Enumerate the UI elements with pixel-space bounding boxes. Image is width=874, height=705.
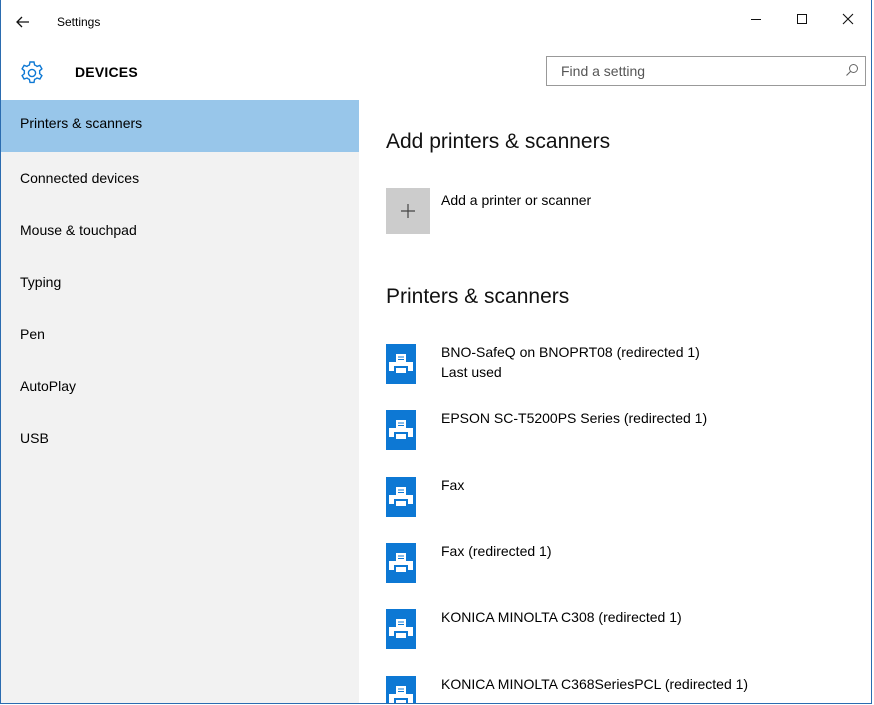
printer-item[interactable]: KONICA MINOLTA C368SeriesPCL (redirected… [386,674,749,703]
sidebar-item-label: Typing [20,274,62,290]
settings-window: Settings DEVICES Find a setting Printers… [0,0,872,704]
settings-header: DEVICES [1,50,871,100]
printer-item[interactable]: Fax (redirected 1) [386,541,551,601]
minimize-button[interactable] [733,0,779,38]
search-box[interactable] [546,56,866,86]
printer-item[interactable]: KONICA MINOLTA C308 (redirected 1) [386,607,682,667]
printer-name: Fax (redirected 1) [441,543,552,559]
add-printers-heading: Add printers & scanners [386,130,611,153]
printer-icon [386,609,416,649]
printer-status: Last used [441,364,502,380]
printer-icon [386,477,416,517]
close-button[interactable] [825,0,871,38]
search-icon[interactable] [845,63,859,77]
printer-name: EPSON SC-T5200PS Series (redirected 1) [441,410,708,426]
sidebar-item-printers-scanners[interactable]: Printers & scanners [1,100,359,152]
sidebar-item-label: Mouse & touchpad [20,222,137,238]
sidebar-item-label: AutoPlay [20,378,77,394]
sidebar-item-label: Printers & scanners [20,115,143,131]
sidebar-item-connected-devices[interactable]: Connected devices [1,152,359,204]
sidebar-item-usb[interactable]: USB [1,412,359,464]
title-bar: Settings [1,0,871,44]
sidebar-item-label: Connected devices [20,170,140,186]
close-icon [842,13,854,25]
maximize-icon [797,14,807,24]
add-printer-button[interactable]: Add a printer or scanner [386,188,591,234]
sidebar: Printers & scanners Connected devices Mo… [1,100,359,703]
sidebar-item-pen[interactable]: Pen [1,308,359,360]
sidebar-item-mouse-touchpad[interactable]: Mouse & touchpad [1,204,359,256]
plus-icon [401,204,415,218]
sidebar-item-autoplay[interactable]: AutoPlay [1,360,359,412]
printer-name: KONICA MINOLTA C308 (redirected 1) [441,609,682,625]
gear-icon [21,61,43,84]
sidebar-item-label: USB [20,430,49,446]
printer-name: BNO-SafeQ on BNOPRT08 (redirected 1) [441,344,700,360]
sidebar-item-label: Pen [20,326,45,342]
minimize-icon [751,19,761,20]
back-arrow-icon [16,16,29,28]
printer-name: KONICA MINOLTA C368SeriesPCL (redirected… [441,676,749,692]
printer-item[interactable]: Fax [386,475,464,535]
back-button[interactable] [3,2,43,42]
main-content: Add printers & scanners Add a printer or… [360,100,871,703]
add-tile [386,188,430,234]
printer-icon [386,543,416,583]
printer-item[interactable]: EPSON SC-T5200PS Series (redirected 1) [386,408,707,468]
printer-icon [386,344,416,384]
sidebar-item-typing[interactable]: Typing [1,256,359,308]
window-title: Settings [57,15,101,29]
search-input[interactable] [561,63,831,79]
maximize-button[interactable] [779,0,825,38]
printers-list-heading: Printers & scanners [386,285,570,308]
printer-icon [386,676,416,703]
printer-name: Fax [441,477,465,493]
section-title: DEVICES [75,64,138,80]
printer-item[interactable]: BNO-SafeQ on BNOPRT08 (redirected 1) Las… [386,342,700,402]
printer-icon [386,410,416,450]
add-printer-label: Add a printer or scanner [441,192,592,208]
window-controls [733,0,871,38]
